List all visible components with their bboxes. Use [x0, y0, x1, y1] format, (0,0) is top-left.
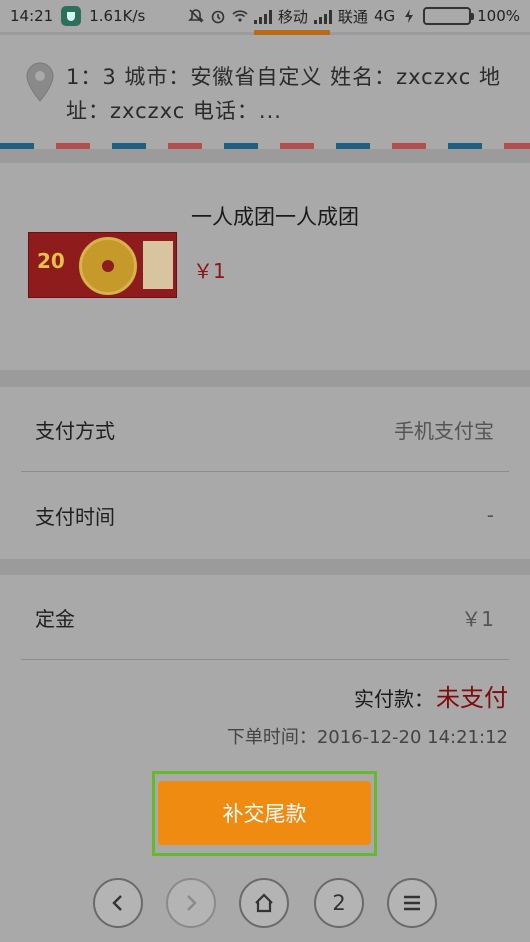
deposit-label: 定金	[35, 606, 75, 631]
status-bar: 14:21 1.61K/s 移动 联通 4G 100%	[0, 0, 530, 32]
thumbnail-number: 20	[37, 249, 65, 273]
payment-method-value: 手机支付宝	[394, 418, 494, 443]
product-thumbnail[interactable]: 20	[28, 232, 177, 298]
signal-icon-2	[313, 9, 332, 24]
carrier-2: 联通	[337, 7, 368, 26]
menu-icon	[404, 895, 420, 911]
deposit-row: 定金 ￥1	[0, 575, 530, 659]
payment-method-row: 支付方式 手机支付宝	[0, 387, 530, 471]
home-icon	[255, 893, 273, 913]
tabs-button[interactable]: 2	[314, 878, 364, 928]
divider	[21, 659, 509, 660]
prize-wheel-graphic	[79, 237, 137, 295]
payment-status: 未支付	[436, 684, 508, 712]
payment-time-label: 支付时间	[35, 504, 115, 529]
location-pin-icon	[26, 62, 54, 102]
pay-balance-button[interactable]: 补交尾款	[158, 781, 371, 845]
envelope-border	[0, 143, 530, 149]
mute-icon	[187, 9, 204, 23]
actual-payment: 实付款： 未支付	[354, 678, 508, 713]
network-type: 4G	[373, 7, 396, 25]
payment-time-value: -	[486, 503, 494, 527]
payment-time-row: 支付时间 -	[0, 473, 530, 557]
status-time: 14:21	[10, 7, 54, 25]
address-text: 1：3 城市：安徽省自定义 姓名：zxczxc 地址：zxczxc 电话：...	[66, 65, 502, 123]
divider	[21, 471, 509, 472]
forward-button[interactable]	[166, 878, 216, 928]
coupon-graphic	[143, 241, 173, 289]
browser-nav-bar: 2	[0, 858, 530, 942]
order-time-value: 2016-12-20 14:21:12	[316, 727, 508, 748]
alarm-icon	[211, 10, 225, 24]
charging-icon	[405, 9, 414, 23]
order-time: 下单时间：2016-12-20 14:21:12	[227, 723, 508, 749]
payment-method-label: 支付方式	[35, 418, 115, 443]
product-price: ￥1	[193, 259, 226, 283]
product-card[interactable]: 20 一人成团一人成团 ￥1	[0, 163, 530, 370]
menu-button[interactable]	[387, 878, 437, 928]
actual-payment-label: 实付款：	[354, 687, 434, 711]
order-time-label: 下单时间：	[226, 727, 317, 748]
payment-info: 支付方式 手机支付宝 支付时间 -	[0, 387, 530, 559]
carrier-1: 移动	[277, 7, 308, 26]
network-speed: 1.61K/s	[89, 7, 146, 25]
battery-percent: 100%	[477, 7, 520, 25]
action-bar: 补交尾款	[0, 766, 530, 858]
deposit-section: 定金 ￥1 实付款： 未支付 下单时间：2016-12-20 14:21:12	[0, 575, 530, 766]
signal-icon	[253, 9, 272, 24]
tabs-count: 2	[332, 891, 346, 915]
address-card[interactable]: 1：3 城市：安徽省自定义 姓名：zxczxc 地址：zxczxc 电话：...	[0, 35, 530, 149]
battery-icon	[423, 7, 475, 25]
home-button[interactable]	[239, 878, 289, 928]
product-title: 一人成团一人成团	[191, 205, 359, 229]
wifi-icon	[232, 10, 248, 22]
deposit-value: ￥1	[461, 606, 494, 631]
chevron-right-icon	[187, 895, 197, 911]
security-shield-icon	[61, 6, 82, 26]
chevron-left-icon	[112, 895, 122, 911]
back-button[interactable]	[93, 878, 143, 928]
